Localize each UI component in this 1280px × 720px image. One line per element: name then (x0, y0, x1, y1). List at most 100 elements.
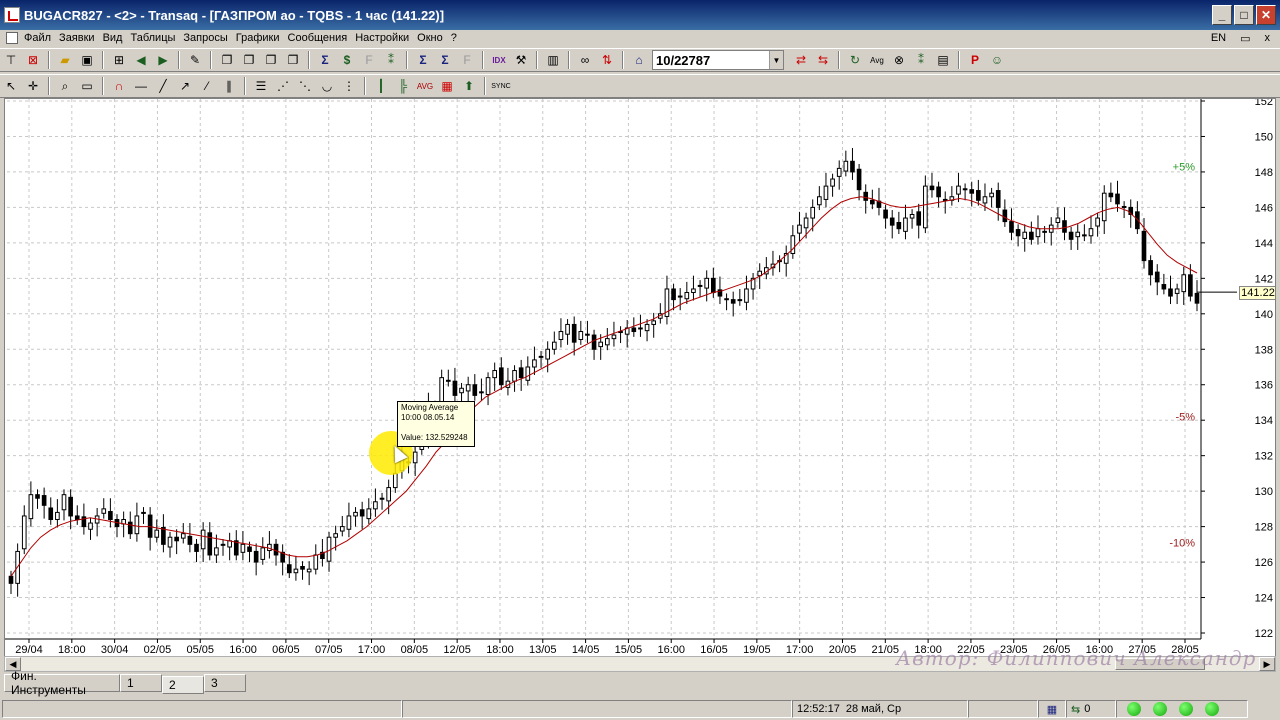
line-tool[interactable]: ╱ (152, 76, 174, 96)
back-button[interactable]: ◀ (130, 50, 152, 70)
avg-indicator-button[interactable]: AVG (414, 76, 436, 96)
y-tick-label: 144 (1255, 238, 1273, 250)
sell-button[interactable]: ⇆ (812, 50, 834, 70)
hist-button[interactable]: ▦ (436, 76, 458, 96)
tools-button[interactable]: ⚒ (510, 50, 532, 70)
shield-button[interactable]: ☺ (986, 50, 1008, 70)
candle-body-up (810, 206, 816, 219)
crosshair-tool[interactable]: ✛ (22, 76, 44, 96)
close-button[interactable]: ✕ (1256, 5, 1276, 25)
binoculars-button[interactable]: ∞ (574, 50, 596, 70)
sum-button[interactable]: Σ (314, 50, 336, 70)
forward-button[interactable]: ▶ (152, 50, 174, 70)
open-button[interactable]: ▰ (54, 50, 76, 70)
portfolio-button[interactable]: ⌂ (628, 50, 650, 70)
candle-body-up (558, 331, 564, 341)
quotes-button[interactable]: ⁑ (380, 50, 402, 70)
tab-instruments[interactable]: Фин. Инструменты (4, 669, 120, 697)
mdi-restore-button[interactable]: ▭ (1240, 32, 1250, 45)
copy-button-3[interactable]: ❐ (260, 50, 282, 70)
arc-tool[interactable]: ◡ (316, 76, 338, 96)
money-button[interactable]: $ (336, 50, 358, 70)
refresh-button[interactable]: ↻ (844, 50, 866, 70)
buy-button[interactable]: ⇄ (790, 50, 812, 70)
fan-tool[interactable]: ⋰ (272, 76, 294, 96)
chevron-down-icon[interactable]: ▼ (769, 51, 783, 69)
edit-button[interactable]: ✎ (184, 50, 206, 70)
chart-sync-button[interactable]: ⇅ (596, 50, 618, 70)
menu-view[interactable]: Вид (103, 32, 123, 44)
candle-body-up (956, 185, 961, 195)
candle-body-up (154, 529, 160, 538)
maximize-button[interactable]: □ (1234, 5, 1254, 25)
fib-levels-icon: ☰ (255, 79, 267, 93)
copy-button-1[interactable]: ❐ (216, 50, 238, 70)
orderbook-button[interactable]: ▥ (542, 50, 564, 70)
fibo-tool[interactable]: ∩ (108, 76, 130, 96)
candle-body-up (830, 178, 835, 187)
instrument-combo-value: 10/22787 (656, 52, 711, 68)
magnet-icon: ∩ (114, 79, 124, 93)
chart-svg[interactable]: 152 150 148 146 144 142 140 138 136 134 132 130 128 1… (5, 99, 1276, 658)
candle-body-down (896, 221, 902, 230)
network-status[interactable]: ▦ (1038, 700, 1066, 718)
stops-button[interactable]: ⁑ (910, 50, 932, 70)
extended-line-tool[interactable]: ⁄ (196, 76, 218, 96)
pointer-tool[interactable]: ↖ (0, 76, 22, 96)
news-button[interactable]: ▤ (932, 50, 954, 70)
channel-tool[interactable]: ∥ (218, 76, 240, 96)
ruler-tool[interactable]: ▭ (76, 76, 98, 96)
language-indicator[interactable]: EN (1211, 32, 1226, 45)
candle-body-up (1035, 228, 1041, 238)
menu-file[interactable]: Файл (24, 32, 51, 44)
minimize-button[interactable]: _ (1212, 5, 1232, 25)
folder-icon: ▰ (60, 53, 70, 67)
cycles-tool[interactable]: ⋮ (338, 76, 360, 96)
gann-tool[interactable]: ⋱ (294, 76, 316, 96)
bars-button[interactable]: ╠ (392, 76, 414, 96)
mdi-close-button[interactable]: x (1265, 32, 1271, 45)
fib-levels-tool[interactable]: ☰ (250, 76, 272, 96)
ray-tool[interactable]: ↗ (174, 76, 196, 96)
sum-l-button[interactable]: Σ (434, 50, 456, 70)
hline-tool[interactable]: — (130, 76, 152, 96)
menu-queries[interactable]: Запросы (183, 32, 227, 44)
connections-status[interactable]: ⇆ 0 (1066, 700, 1116, 718)
menu-tables[interactable]: Таблицы (130, 32, 175, 44)
candle-body-down (962, 188, 968, 191)
menu-settings[interactable]: Настройки (355, 32, 409, 44)
copy-button-4[interactable]: ❐ (282, 50, 304, 70)
tab-3[interactable]: 3 (204, 674, 246, 692)
candles-button[interactable]: ┃ (370, 76, 392, 96)
save-button[interactable]: ▣ (76, 50, 98, 70)
connect-button[interactable]: ⊤ (0, 50, 22, 70)
report-button[interactable]: P (964, 50, 986, 70)
fl-button[interactable]: F (456, 50, 478, 70)
menu-help[interactable]: ? (451, 32, 457, 44)
volume-button[interactable]: ⬆ (458, 76, 480, 96)
index-button[interactable]: IDX (488, 50, 510, 70)
filter-button[interactable]: ⊗ (888, 50, 910, 70)
avg-button[interactable]: Avg (866, 50, 888, 70)
sum-p-button[interactable]: Σ (412, 50, 434, 70)
menu-orders[interactable]: Заявки (59, 32, 95, 44)
disconnect-button[interactable]: ⊠ (22, 50, 44, 70)
price-chart[interactable]: 152 150 148 146 144 142 140 138 136 134 132 130 128 1… (4, 98, 1276, 658)
x-tick-label: 20/05 (829, 644, 857, 656)
indicator-tooltip: Moving Average 10:00 08.05.14 Value: 132… (397, 401, 475, 447)
zoom-tool[interactable]: ⌕ (54, 76, 76, 96)
menu-messages[interactable]: Сообщения (288, 32, 348, 44)
copy-button-2[interactable]: ❐ (238, 50, 260, 70)
table-button[interactable]: ⊞ (108, 50, 130, 70)
menu-window[interactable]: Окно (417, 32, 443, 44)
candle-body-up (379, 497, 385, 500)
instrument-combo[interactable]: 10/22787 ▼ (652, 50, 784, 70)
menu-charts[interactable]: Графики (236, 32, 280, 44)
tab-1[interactable]: 1 (120, 674, 162, 692)
scroll-right-button[interactable]: ▶ (1259, 657, 1275, 671)
candle-body-up (412, 451, 418, 464)
candle-body-up (1181, 274, 1187, 293)
tab-2[interactable]: 2 (162, 676, 204, 694)
fee-button[interactable]: F (358, 50, 380, 70)
sync-charts-button[interactable]: SYNC (490, 76, 512, 96)
